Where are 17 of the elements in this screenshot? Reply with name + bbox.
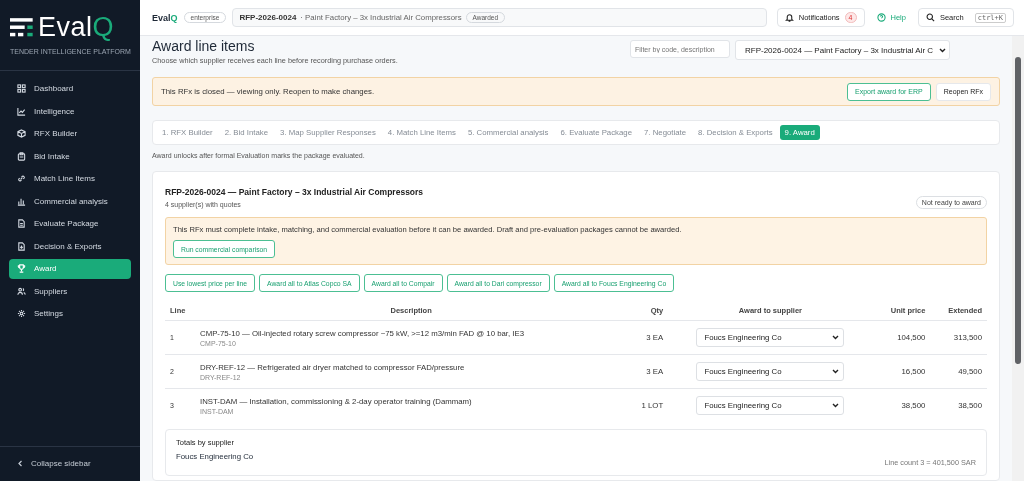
card-title: RFP-2026-0024 — Paint Factory – 3x Industrial Air Compressors [165,187,424,197]
logo: EvalQ [10,14,115,41]
nav-item[interactable]: Commercial analysis [9,191,131,211]
nav-item[interactable]: Evaluate Package [9,214,131,234]
collapse-sidebar-link[interactable]: Collapse sidebar [0,446,140,481]
rfx-code: RFP-2026-0024 [239,13,297,22]
nav-item[interactable]: Settings [9,304,131,324]
nav-item[interactable]: Match Line Items [9,169,131,189]
brand-name: EvalQ [152,12,178,23]
nav-item[interactable]: Dashboard [9,79,131,99]
nav-item[interactable]: Decision & Exports [9,236,131,256]
nav-item[interactable]: Bid Intake [9,146,131,166]
nav-item[interactable]: Intelligence [9,101,131,121]
nav-item[interactable]: Suppliers [9,281,131,301]
nav-item[interactable]: RFX Builder [9,124,131,144]
page-title: Award line items [152,38,256,54]
rfx-select[interactable]: RFP-2026-0024 — Paint Factory – 3x Industrial Air C [735,40,950,60]
